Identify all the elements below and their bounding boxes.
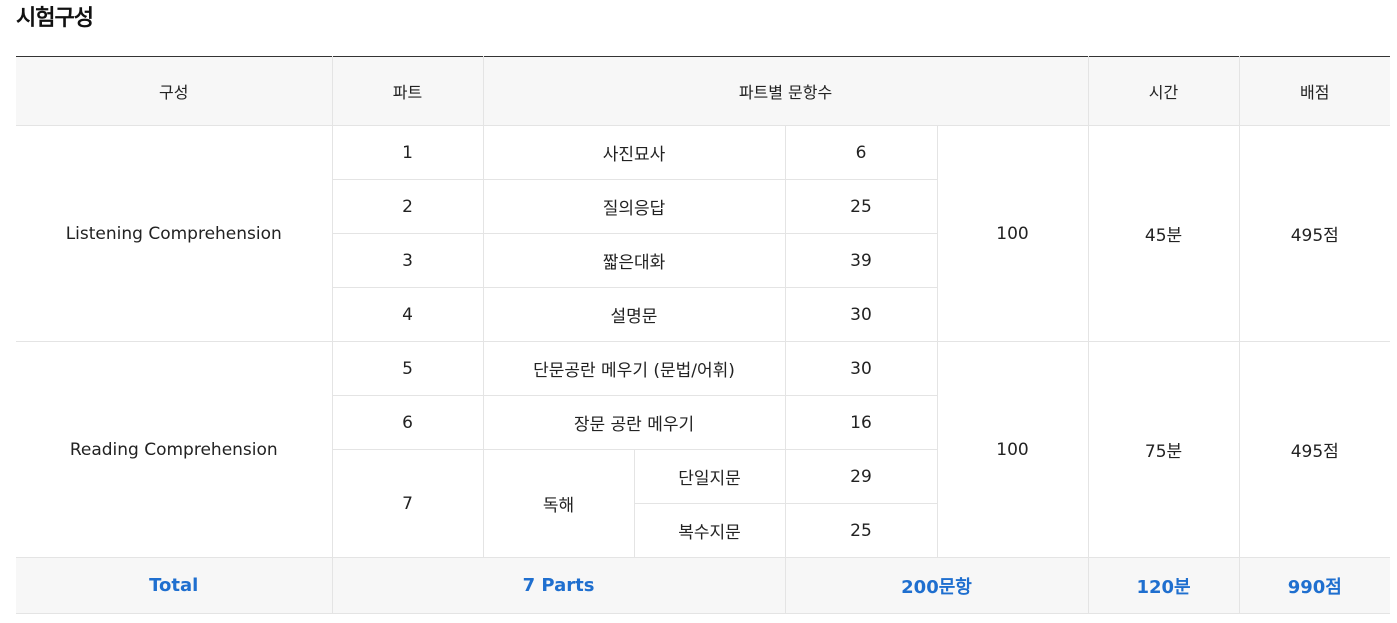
subpart-name: 단일지문	[633, 449, 786, 504]
section-total-listening: 100	[936, 125, 1089, 342]
part-name: 단문공란 메우기 (문법/어휘)	[482, 341, 786, 396]
subpart-item-count: 29	[784, 449, 937, 504]
total-score: 990점	[1238, 557, 1391, 614]
header-score: 배점	[1238, 56, 1391, 126]
total-items: 200문항	[784, 557, 1089, 614]
section-time-reading: 75분	[1087, 341, 1240, 558]
page-title: 시험구성	[16, 6, 94, 31]
part-name: 설명문	[482, 287, 786, 342]
part-name: 장문 공란 메우기	[482, 395, 786, 450]
section-score-reading: 495점	[1238, 341, 1391, 558]
total-time: 120분	[1087, 557, 1240, 614]
table-row: Listening Comprehension 1 사진묘사 6 100 45분…	[16, 125, 1391, 342]
part-number: 4	[332, 287, 484, 342]
table-total-row: Total 7 Parts 200문항 120분 990점	[16, 557, 1391, 614]
section-score-listening: 495점	[1238, 125, 1391, 342]
part-name: 짧은대화	[482, 233, 786, 288]
header-section: 구성	[16, 56, 333, 126]
part-item-count: 16	[784, 395, 937, 450]
part-number: 7	[332, 449, 484, 558]
part-name: 독해	[482, 449, 635, 558]
section-name-listening: Listening Comprehension	[16, 125, 333, 342]
table-header-row: 구성 파트 파트별 문항수 시간 배점	[16, 56, 1391, 126]
part-number: 2	[332, 179, 484, 234]
part-number: 3	[332, 233, 484, 288]
part-name: 사진묘사	[482, 125, 786, 180]
header-part: 파트	[331, 56, 484, 126]
part-name: 질의응답	[482, 179, 786, 234]
header-items-per-part: 파트별 문항수	[482, 56, 1089, 126]
subpart-name: 복수지문	[634, 503, 786, 558]
section-name-reading: Reading Comprehension	[16, 341, 333, 558]
part-item-count: 6	[784, 125, 938, 180]
part-number: 6	[332, 395, 484, 450]
exam-structure-table: 구성 파트 파트별 문항수 시간 배점 Listening Comprehens…	[16, 56, 1391, 614]
part-item-count: 25	[784, 179, 937, 234]
total-label: Total	[16, 557, 333, 614]
part-item-count: 39	[784, 233, 937, 288]
part-number: 1	[331, 125, 484, 180]
part-item-count: 30	[784, 287, 937, 342]
part-item-count: 30	[784, 341, 938, 396]
section-time-listening: 45분	[1087, 125, 1240, 342]
part-number: 5	[331, 341, 484, 396]
subpart-item-count: 25	[784, 503, 937, 558]
section-total-reading: 100	[936, 341, 1089, 558]
total-parts: 7 Parts	[331, 557, 786, 614]
header-time: 시간	[1087, 56, 1240, 126]
table-row: Reading Comprehension 5 단문공란 메우기 (문법/어휘)…	[16, 341, 1391, 558]
